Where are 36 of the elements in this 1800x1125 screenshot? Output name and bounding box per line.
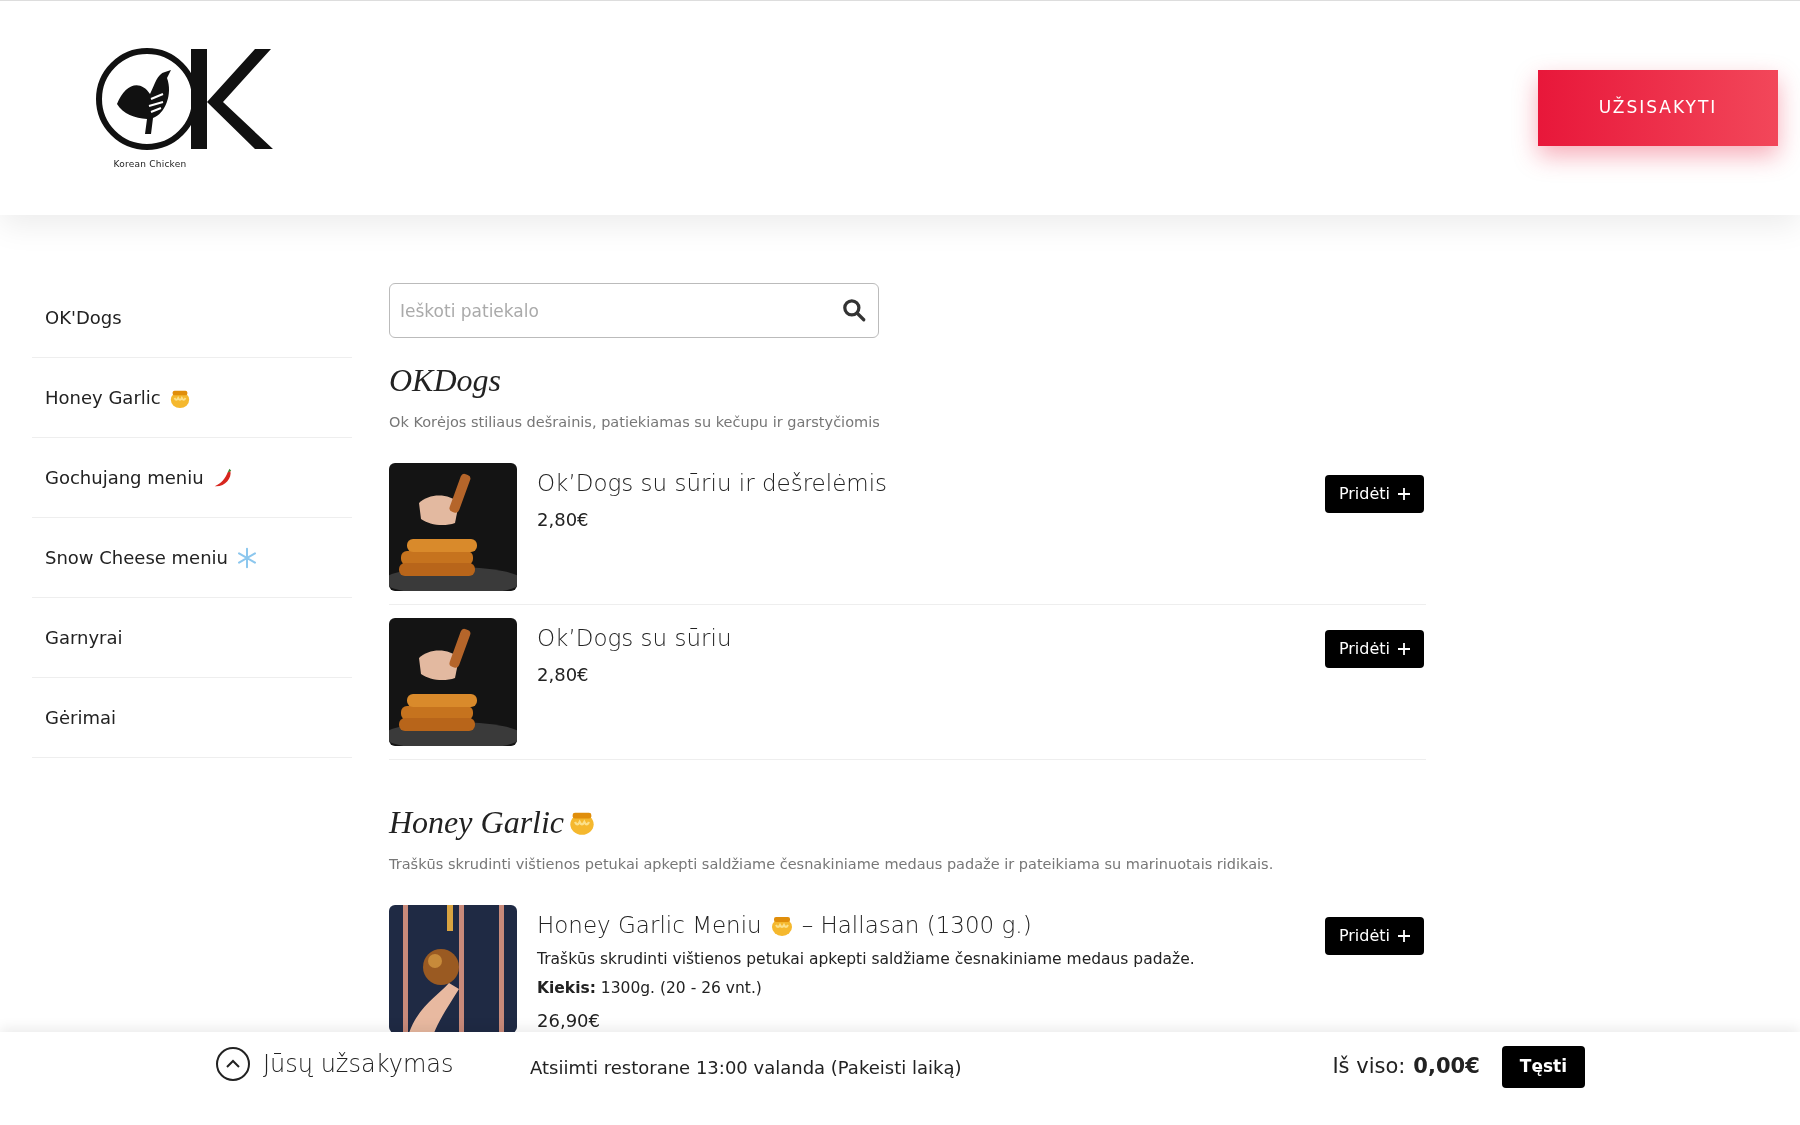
- snowflake-icon: [236, 546, 258, 569]
- order-button[interactable]: UŽSISAKYTI: [1538, 70, 1778, 146]
- dish-price: 2,80€: [537, 508, 590, 533]
- category-link[interactable]: Gėrimai: [32, 678, 352, 758]
- dish-title: Ok’Dogs su sūriu ir dešrelėmis: [537, 468, 888, 498]
- dish-price: 26,90€: [537, 1008, 601, 1033]
- continue-button[interactable]: Tęsti: [1501, 1046, 1585, 1088]
- category-link[interactable]: Snow Cheese meniu: [32, 518, 352, 598]
- plus-icon: [1398, 642, 1410, 655]
- add-button[interactable]: Pridėti: [1324, 474, 1424, 513]
- plus-icon: [1398, 487, 1410, 500]
- dish-portion: – Hallasan (1300 g.): [801, 910, 1032, 940]
- section-description: Traškūs skrudinti vištienos petukai apkepti saldžiame česnakiniame medaus padaže ir pateikiama su marinuotais ridikais.: [389, 854, 1275, 874]
- section-title: Honey Garlic: [389, 802, 565, 842]
- search-field[interactable]: Ieškoti patiekalo: [389, 283, 879, 338]
- category-link[interactable]: Honey Garlic: [32, 358, 352, 438]
- logo-caption: Korean Chicken: [113, 158, 187, 172]
- order-label: Jūsų užsakymas: [263, 1049, 454, 1080]
- dish-price: 2,80€: [537, 663, 590, 688]
- category-link[interactable]: Gochujang meniu: [32, 438, 352, 518]
- section-description: Ok Korėjos stiliaus dešrainis, patiekiamas su kečupu ir garstyčiomis: [389, 413, 881, 432]
- dish-description: Traškūs skrudinti vištienos petukai apkepti saldžiame česnakiniame medaus padaže.: [537, 949, 1196, 970]
- plus-icon: [1398, 929, 1410, 942]
- section-title: OKDogs: [389, 361, 501, 400]
- category-link[interactable]: OK'Dogs: [32, 278, 352, 358]
- dish-description: Kiekis: 1300g. (20 - 26 vnt.): [537, 978, 763, 1000]
- add-button[interactable]: Pridėti: [1324, 629, 1424, 668]
- add-button[interactable]: Pridėti: [1324, 916, 1424, 955]
- expand-icon[interactable]: [215, 1046, 251, 1082]
- dish-title: Honey Garlic Meniu: [537, 910, 762, 940]
- total-amount: 0,00€: [1413, 1053, 1480, 1081]
- search-icon[interactable]: [841, 297, 867, 323]
- category-link[interactable]: Garnyrai: [32, 598, 352, 678]
- total-label: Iš viso:: [1332, 1053, 1406, 1081]
- dish-title: Ok’Dogs su sūriu: [537, 623, 732, 653]
- pickup-info[interactable]: Atsiimti restorane 13:00 valanda (Pakeisti laiką): [530, 1054, 1333, 1081]
